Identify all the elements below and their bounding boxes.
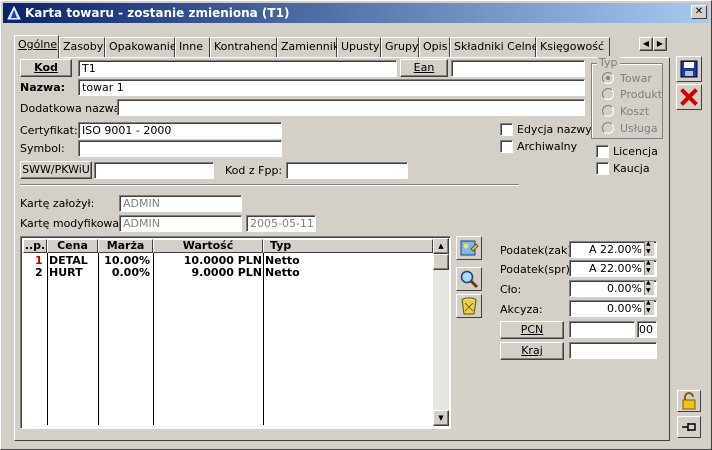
column-header-cena[interactable]: Cena [47, 239, 98, 253]
column-header-lp[interactable]: ..p. [23, 239, 47, 253]
symbol-label: Symbol: [20, 142, 65, 155]
tab-scroll-left-icon[interactable]: ◀ [639, 37, 653, 51]
save-icon[interactable] [676, 56, 702, 82]
tab-upusty[interactable]: Upusty [337, 37, 381, 57]
podatek-zak-spinner-icon[interactable] [644, 240, 654, 256]
search-icon[interactable] [456, 267, 482, 291]
tab-zasoby[interactable]: Zasoby [59, 37, 105, 57]
akcyza-label: Akcyza: [500, 303, 543, 316]
modyfikowal-field: ADMIN [119, 215, 242, 232]
tab-scroll-right-icon[interactable]: ▶ [653, 37, 667, 51]
tab-skladniki-celne[interactable]: Składniki Celne [450, 37, 538, 57]
kraj-button[interactable]: Kraj [500, 342, 564, 360]
zalozyl-label: Kartę założył: [20, 197, 95, 210]
pcn-field[interactable] [569, 321, 635, 338]
kod-button[interactable]: Kod [20, 59, 72, 77]
tab-opakowanie[interactable]: Opakowanie [105, 37, 177, 57]
column-header-wartosc[interactable]: Wartość [153, 239, 263, 253]
dodatkowa-nazwa-field[interactable] [117, 99, 585, 116]
row-wartosc: 10.0000 PLN [183, 255, 262, 267]
kod-field[interactable]: T1 [78, 60, 397, 77]
certyfikat-label: Certyfikat: [20, 124, 78, 137]
licencja-checkbox[interactable] [596, 145, 609, 158]
licencja-label: Licencja [613, 145, 658, 158]
kod-fpp-field[interactable] [286, 162, 408, 179]
row-cena: HURT [49, 266, 83, 279]
scroll-down-icon[interactable]: ▼ [433, 410, 449, 426]
row-wartosc: 9.0000 PLN [191, 267, 262, 279]
tab-kontrahenci[interactable]: Kontrahenci [210, 37, 280, 57]
modyfikowal-label: Kartę modyfikował: [20, 217, 127, 230]
typ-koszt-label: Koszt [620, 105, 650, 118]
row-typ: Netto [265, 266, 300, 279]
title-bar[interactable]: Karta towaru - zostanie zmieniona (T1) ✕ [3, 3, 709, 23]
vertical-scrollbar[interactable]: ▲ ▼ [433, 238, 449, 426]
edit-price-icon[interactable] [456, 236, 482, 260]
archiwalny-label: Archiwalny [517, 140, 578, 153]
tab-ksiegowosc[interactable]: Księgowość [536, 37, 610, 57]
zalozyl-field: ADMIN [119, 195, 242, 212]
sww-pkwiu-button[interactable]: SWW/PKWiU [20, 161, 92, 179]
typ-usluga-label: Usługa [620, 122, 658, 135]
window-title: Karta towaru - zostanie zmieniona (T1) [25, 6, 290, 20]
kaucja-checkbox[interactable] [596, 162, 609, 175]
trash-icon[interactable] [456, 294, 482, 318]
tab-grupy[interactable]: Grupy [381, 37, 419, 57]
column-divider [153, 253, 154, 425]
tab-zamienniki[interactable]: Zamienniki [277, 37, 342, 57]
clo-spinner-icon[interactable] [644, 279, 654, 295]
typ-usluga-radio[interactable] [602, 122, 614, 134]
column-divider [263, 253, 264, 425]
close-icon[interactable]: ✕ [691, 5, 707, 19]
sww-pkwiu-field[interactable] [94, 162, 214, 179]
column-header-typ[interactable]: Typ [263, 239, 433, 253]
pcn-suffix-field[interactable]: 00 [637, 321, 657, 338]
podatek-zak-label: Podatek(zak): [500, 244, 576, 257]
price-table[interactable]: ..p. Cena Marża Wartość Typ 1 DETAL 10.0… [20, 236, 451, 429]
ean-button[interactable]: Ean [400, 59, 448, 77]
app-icon [7, 6, 21, 20]
pcn-button[interactable]: PCN [500, 321, 564, 339]
nazwa-label: Nazwa: [20, 81, 66, 94]
row-marza: 0.00% [111, 266, 150, 279]
typ-koszt-radio[interactable] [602, 105, 614, 117]
pin-icon[interactable] [677, 416, 701, 438]
edycja-nazwy-checkbox[interactable] [500, 123, 513, 136]
clo-label: Cło: [500, 283, 522, 296]
column-divider [98, 253, 99, 425]
tab-ogolne[interactable]: Ogólne [14, 35, 59, 58]
typ-produkt-radio[interactable] [602, 88, 614, 100]
scroll-up-icon[interactable]: ▲ [433, 238, 449, 254]
scroll-thumb[interactable] [433, 254, 449, 270]
tab-inne[interactable]: Inne [175, 37, 210, 57]
typ-towar-radio[interactable] [602, 72, 614, 84]
cancel-icon[interactable] [676, 84, 702, 110]
nazwa-field[interactable]: towar 1 [78, 79, 585, 96]
column-header-marza[interactable]: Marża [98, 239, 153, 253]
archiwalny-checkbox[interactable] [500, 140, 513, 153]
typ-towar-label: Towar [620, 72, 652, 85]
kod-fpp-label: Kod z Fpp: [225, 164, 283, 177]
separator [20, 184, 519, 186]
podatek-spr-label: Podatek(spr): [500, 263, 574, 276]
podatek-spr-spinner-icon[interactable] [644, 259, 654, 275]
ean-field[interactable] [451, 60, 585, 77]
lock-icon[interactable] [677, 390, 701, 412]
symbol-field[interactable] [78, 140, 282, 157]
kaucja-label: Kaucja [613, 162, 650, 175]
modyfikowal-date-field: 2005-05-11 [246, 215, 316, 232]
tab-opis[interactable]: Opis [419, 37, 450, 57]
akcyza-spinner-icon[interactable] [644, 299, 654, 315]
app-window: Karta towaru - zostanie zmieniona (T1) ✕… [0, 0, 712, 450]
edycja-nazwy-label: Edycja nazwy [517, 123, 592, 136]
row-lp: 2 [35, 266, 43, 279]
column-divider [47, 253, 48, 425]
dodatkowa-nazwa-label: Dodatkowa nazwa: [20, 102, 125, 115]
kraj-field[interactable] [569, 342, 657, 359]
typ-group-label: Typ [597, 56, 620, 69]
certyfikat-field[interactable]: ISO 9001 - 2000 [78, 122, 282, 139]
typ-produkt-label: Produkt [620, 88, 663, 101]
